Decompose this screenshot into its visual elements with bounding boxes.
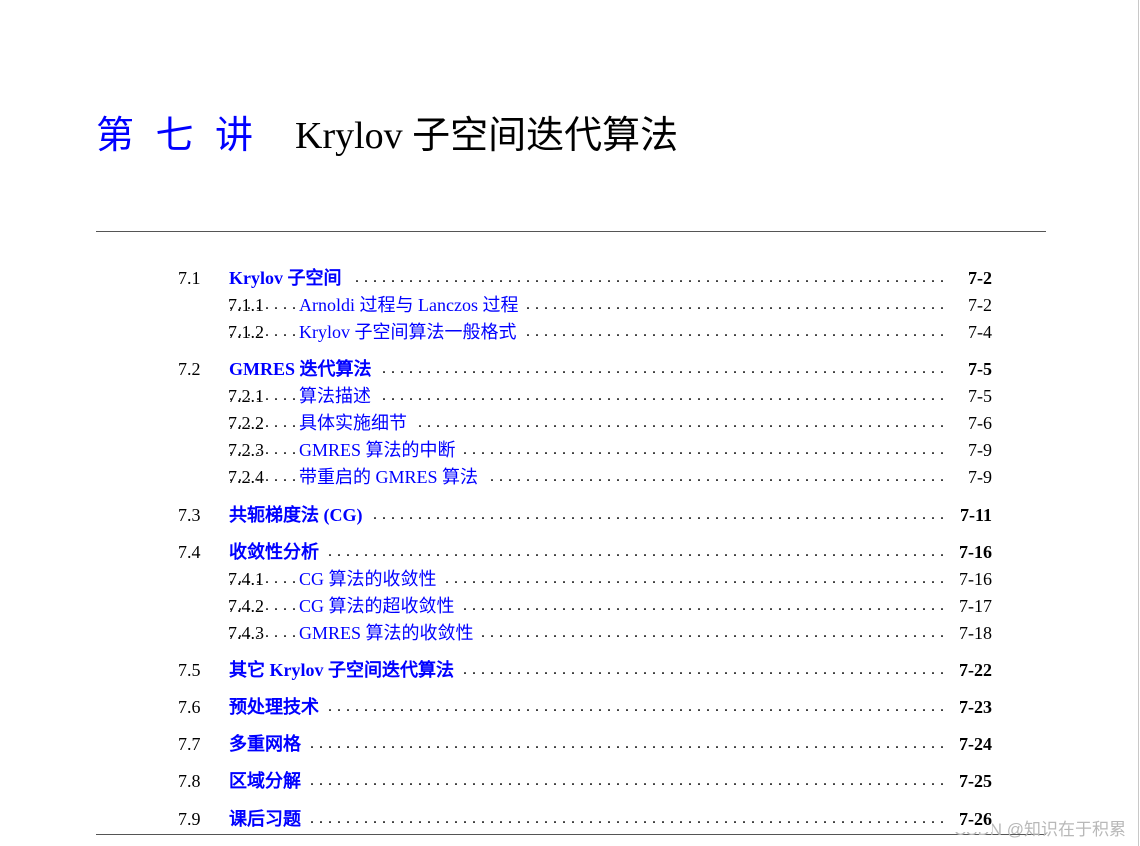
toc-number: 7.8 bbox=[178, 771, 201, 791]
toc-number: 7.5 bbox=[178, 660, 201, 680]
toc-page-number: 7-5 bbox=[946, 356, 992, 382]
toc-page-number: 7-17 bbox=[946, 593, 992, 619]
toc-page-number: 7-2 bbox=[946, 265, 992, 291]
toc-entry-link[interactable]: 收敛性分析 bbox=[229, 539, 327, 565]
toc-section-row[interactable]: 7.2.....................................… bbox=[0, 356, 1140, 382]
toc-subsection-row[interactable]: 7.4.2...................................… bbox=[0, 593, 1140, 619]
toc-page-number: 7-6 bbox=[946, 410, 992, 436]
toc-number: 7.4 bbox=[178, 542, 201, 562]
toc-number: 7.9 bbox=[178, 809, 201, 829]
toc-dot-leader: ........................................… bbox=[229, 543, 992, 560]
toc-entry-link[interactable]: CG 算法的超收敛性 bbox=[299, 593, 463, 619]
toc-page-number: 7-16 bbox=[946, 566, 992, 592]
toc-entry-link[interactable]: CG 算法的收敛性 bbox=[299, 566, 445, 592]
toc-entry-link[interactable]: GMRES 算法的收敛性 bbox=[299, 620, 482, 646]
toc-entry-link[interactable]: 共轭梯度法 (CG) bbox=[229, 502, 371, 528]
toc-subsection-row[interactable]: 7.4.1...................................… bbox=[0, 566, 1140, 592]
toc-subsection-row[interactable]: 7.4.3...................................… bbox=[0, 620, 1140, 646]
toc-entry-link[interactable]: 具体实施细节 bbox=[299, 410, 415, 436]
toc-page-number: 7-22 bbox=[946, 657, 992, 683]
toc-entry-link[interactable]: Krylov 子空间算法一般格式 bbox=[299, 319, 525, 345]
toc-page-number: 7-4 bbox=[946, 319, 992, 345]
toc-entry-link[interactable]: 其它 Krylov 子空间迭代算法 bbox=[229, 657, 462, 683]
toc-subsection-row[interactable]: 7.1.2...................................… bbox=[0, 319, 1140, 345]
toc-dot-leader: ........................................… bbox=[229, 735, 992, 752]
toc-page-number: 7-24 bbox=[946, 731, 992, 757]
toc-entry-link[interactable]: 预处理技术 bbox=[229, 694, 327, 720]
toc-page-number: 7-16 bbox=[946, 539, 992, 565]
toc-page-number: 7-26 bbox=[946, 806, 992, 832]
toc-page-number: 7-18 bbox=[946, 620, 992, 646]
bottom-rule bbox=[96, 834, 1046, 835]
toc-page-number: 7-5 bbox=[946, 383, 992, 409]
toc-section-row[interactable]: 7.8.....................................… bbox=[0, 768, 1140, 794]
toc-number: 7.2 bbox=[178, 359, 201, 379]
toc-page-number: 7-2 bbox=[946, 292, 992, 318]
toc-section-row[interactable]: 7.1.....................................… bbox=[0, 265, 1140, 291]
toc-page-number: 7-9 bbox=[946, 437, 992, 463]
toc-entry-link[interactable]: GMRES 迭代算法 bbox=[229, 356, 380, 382]
chapter-title: Krylov 子空间迭代算法 bbox=[295, 115, 679, 157]
toc-subsection-row[interactable]: 7.2.1...................................… bbox=[0, 383, 1140, 409]
toc-entry-link[interactable]: 带重启的 GMRES 算法 bbox=[299, 464, 487, 490]
toc-number: 7.3 bbox=[178, 505, 201, 525]
toc-page-number: 7-25 bbox=[946, 768, 992, 794]
toc-number: 7.6 bbox=[178, 697, 201, 717]
toc-entry-link[interactable]: 多重网格 bbox=[229, 731, 309, 757]
toc-section-row[interactable]: 7.9.....................................… bbox=[0, 806, 1140, 832]
toc-section-row[interactable]: 7.3.....................................… bbox=[0, 502, 1140, 528]
toc-subsection-row[interactable]: 7.1.1...................................… bbox=[0, 292, 1140, 318]
top-rule bbox=[96, 231, 1046, 232]
toc-subsection-row[interactable]: 7.2.3...................................… bbox=[0, 437, 1140, 463]
toc-section-row[interactable]: 7.4.....................................… bbox=[0, 539, 1140, 565]
toc-section-row[interactable]: 7.7.....................................… bbox=[0, 731, 1140, 757]
toc-page-number: 7-9 bbox=[946, 464, 992, 490]
toc-entry-link[interactable]: 课后习题 bbox=[229, 806, 309, 832]
toc-section-row[interactable]: 7.5.....................................… bbox=[0, 657, 1140, 683]
toc-number: 7.7 bbox=[178, 734, 201, 754]
toc-dot-leader: ........................................… bbox=[229, 810, 992, 827]
toc-entry-link[interactable]: Arnoldi 过程与 Lanczos 过程 bbox=[299, 292, 527, 318]
toc-subsection-row[interactable]: 7.2.4...................................… bbox=[0, 464, 1140, 490]
toc-dot-leader: ........................................… bbox=[229, 698, 992, 715]
toc-page-number: 7-11 bbox=[946, 502, 992, 528]
toc-number: 7.1 bbox=[178, 268, 201, 288]
toc-entry-link[interactable]: Krylov 子空间 bbox=[229, 265, 350, 291]
chapter-heading: 第 七 讲 Krylov 子空间迭代算法 bbox=[96, 112, 678, 160]
chapter-label: 第 七 讲 bbox=[96, 115, 260, 157]
toc-entry-link[interactable]: GMRES 算法的中断 bbox=[299, 437, 464, 463]
toc-entry-link[interactable]: 区域分解 bbox=[229, 768, 309, 794]
toc-dot-leader: ........................................… bbox=[229, 772, 992, 789]
toc-page-number: 7-23 bbox=[946, 694, 992, 720]
toc-subsection-row[interactable]: 7.2.2...................................… bbox=[0, 410, 1140, 436]
toc-entry-link[interactable]: 算法描述 bbox=[299, 383, 379, 409]
toc-section-row[interactable]: 7.6.....................................… bbox=[0, 694, 1140, 720]
